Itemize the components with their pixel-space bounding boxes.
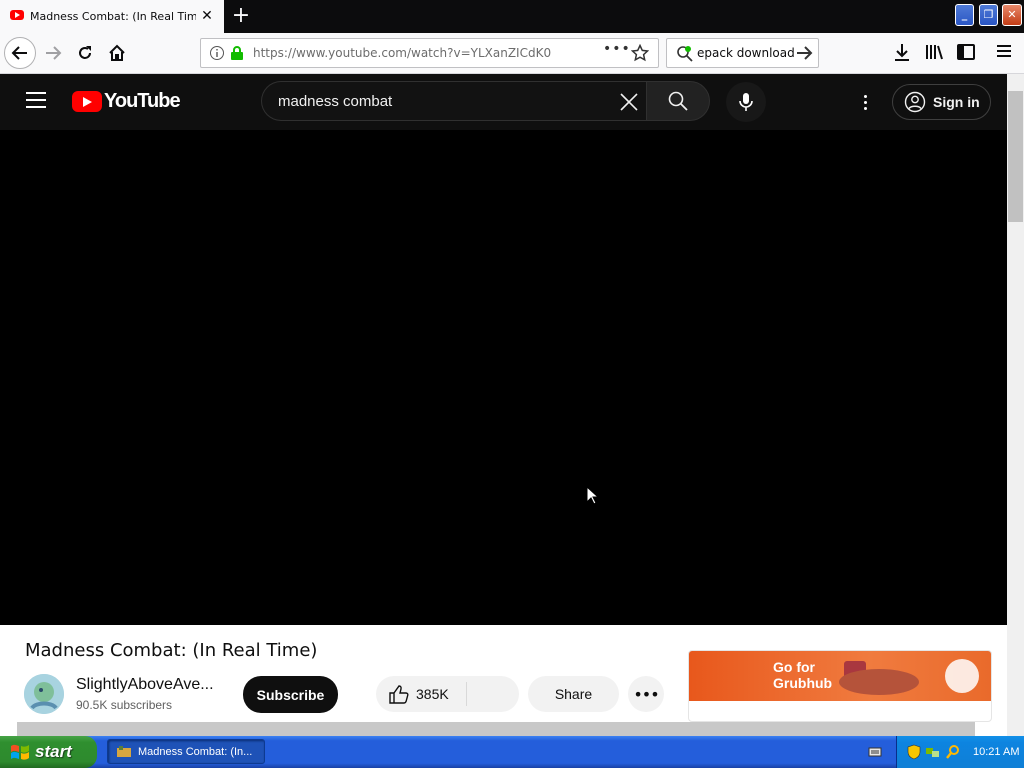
- arrow-right-icon: [46, 46, 62, 60]
- ad-headline-line2: Grubhub: [773, 675, 833, 691]
- youtube-search-button[interactable]: [646, 81, 710, 121]
- search-tray-icon[interactable]: [945, 744, 961, 760]
- info-icon[interactable]: [209, 45, 225, 61]
- account-circle-icon: [904, 91, 926, 113]
- lock-icon[interactable]: [230, 45, 244, 61]
- voice-search-button[interactable]: [726, 82, 766, 122]
- downloads-icon[interactable]: [892, 42, 912, 62]
- forward-button[interactable]: [37, 37, 69, 69]
- more-actions-button[interactable]: •••: [628, 676, 664, 712]
- url-text[interactable]: https://www.youtube.com/watch?v=YLXanZIC…: [253, 46, 551, 60]
- keyboard-icon[interactable]: [868, 746, 882, 758]
- ad-logo-circle: [945, 659, 979, 693]
- youtube-logo-icon[interactable]: [72, 91, 102, 112]
- settings-more-icon[interactable]: [853, 90, 877, 114]
- browser-navigation-bar: https://www.youtube.com/watch?v=YLXanZIC…: [0, 33, 1024, 74]
- guide-menu-icon[interactable]: [26, 92, 46, 112]
- network-icon[interactable]: [925, 744, 941, 760]
- home-icon: [109, 44, 125, 61]
- library-icon[interactable]: [924, 42, 944, 62]
- subscriber-count: 90.5K subscribers: [76, 698, 173, 712]
- search-bar-text[interactable]: epack download: [697, 46, 795, 60]
- youtube-masthead: YouTube madness combat Sign in: [0, 74, 1007, 130]
- food-plate-image: [839, 669, 919, 695]
- sign-in-label: Sign in: [933, 94, 980, 110]
- page-vertical-scrollbar[interactable]: [1007, 74, 1024, 736]
- grubhub-ad-banner[interactable]: Go for Grubhub: [688, 650, 992, 722]
- like-count[interactable]: 385K: [416, 686, 449, 702]
- like-divider: [466, 682, 467, 706]
- tab-close-icon[interactable]: ✕: [199, 8, 215, 24]
- sidebar-icon[interactable]: [956, 42, 976, 62]
- taskbar-clock[interactable]: 10:21 AM: [973, 746, 1019, 758]
- scrollbar-thumb[interactable]: [1008, 91, 1023, 222]
- share-button[interactable]: Share: [528, 676, 619, 712]
- windows-flag-icon: [11, 744, 29, 760]
- arrow-right-icon[interactable]: [795, 44, 813, 62]
- bookmark-star-icon[interactable]: [631, 44, 649, 62]
- start-label: start: [35, 742, 72, 761]
- ad-headline: Go for Grubhub: [773, 659, 832, 691]
- window-close-button[interactable]: ✕: [1002, 4, 1022, 26]
- youtube-favicon-icon: [10, 10, 24, 20]
- youtube-wordmark[interactable]: YouTube: [104, 90, 181, 113]
- browser-tab-strip: Madness Combat: (In Real Time) - ✕ + _ ❐…: [0, 0, 1024, 33]
- new-tab-button[interactable]: +: [230, 5, 252, 27]
- youtube-search-input[interactable]: madness combat: [278, 93, 392, 110]
- subscribe-button[interactable]: Subscribe: [243, 676, 338, 713]
- system-tray: 10:21 AM: [896, 736, 1024, 768]
- channel-avatar[interactable]: [24, 674, 64, 714]
- sign-in-button[interactable]: Sign in: [892, 84, 991, 120]
- window-maximize-button[interactable]: ❐: [979, 4, 998, 26]
- reload-button[interactable]: [69, 37, 101, 69]
- microphone-icon: [739, 93, 753, 111]
- tab-title: Madness Combat: (In Real Time) -: [30, 10, 196, 23]
- channel-name[interactable]: SlightlyAboveAve...: [76, 676, 214, 694]
- taskbar-window-label: Madness Combat: (In...: [138, 745, 253, 758]
- like-dislike-group: 385K: [376, 676, 519, 712]
- address-bar[interactable]: https://www.youtube.com/watch?v=YLXanZIC…: [200, 38, 659, 68]
- mouse-pointer-icon: [586, 486, 598, 505]
- arrow-left-icon: [11, 46, 27, 60]
- window-minimize-button[interactable]: _: [955, 4, 974, 26]
- reload-icon: [79, 46, 91, 59]
- page-actions-menu-icon[interactable]: •••: [603, 41, 631, 57]
- home-button[interactable]: [101, 37, 133, 69]
- clear-search-icon[interactable]: [618, 91, 640, 113]
- windows-taskbar: start Madness Combat: (In... 10:21 AM: [0, 736, 1024, 768]
- firefox-app-icon: [117, 745, 131, 757]
- thumbs-up-icon[interactable]: [388, 684, 410, 704]
- browser-tab-youtube[interactable]: Madness Combat: (In Real Time) - ✕: [0, 0, 224, 33]
- video-title: Madness Combat: (In Real Time): [25, 640, 318, 661]
- start-button[interactable]: start: [0, 736, 97, 768]
- search-icon: [668, 91, 688, 111]
- security-shield-icon[interactable]: [907, 744, 921, 760]
- youtube-search-box[interactable]: madness combat: [261, 81, 646, 121]
- hamburger-menu-icon[interactable]: [995, 42, 1013, 60]
- search-engine-icon: [677, 46, 693, 62]
- browser-search-bar[interactable]: epack download: [666, 38, 819, 68]
- video-player[interactable]: [0, 130, 1007, 625]
- ad-headline-line1: Go for: [773, 659, 815, 675]
- page-horizontal-scrollbar[interactable]: [17, 722, 975, 736]
- back-button[interactable]: [4, 37, 36, 69]
- channel-avatar-image: [24, 674, 64, 714]
- taskbar-window-button[interactable]: Madness Combat: (In...: [107, 739, 265, 764]
